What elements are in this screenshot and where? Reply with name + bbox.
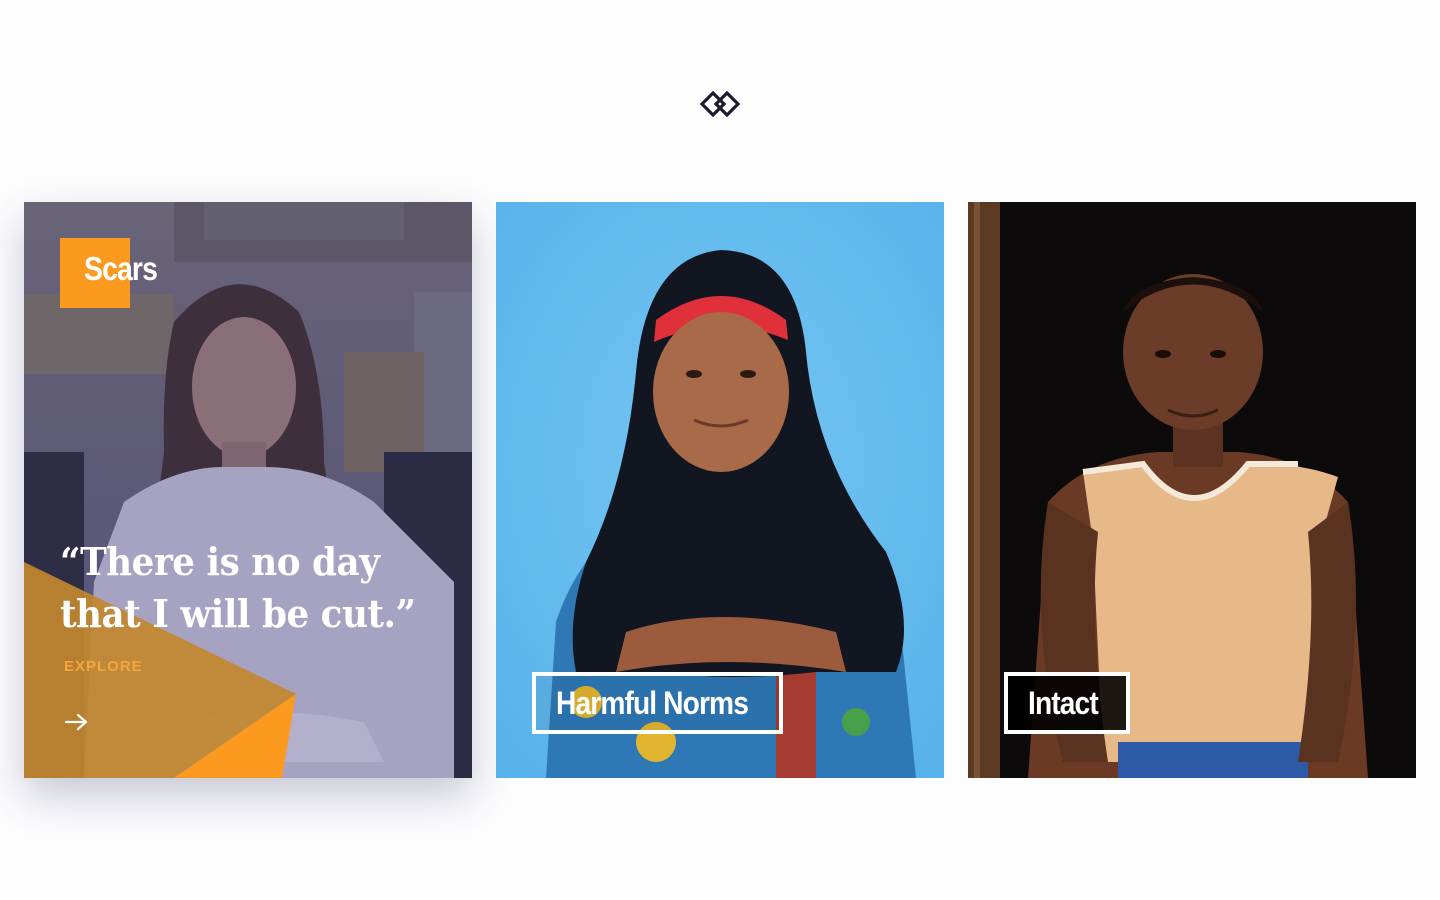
arrow-right-icon[interactable] <box>64 712 90 732</box>
card-quote: “There is no day that I will be cut.” <box>60 539 416 636</box>
story-card-intact[interactable]: Intact <box>968 202 1416 778</box>
story-card-harmful-norms[interactable]: Harmful Norms <box>496 202 944 778</box>
explore-link[interactable]: EXPLORE <box>64 658 143 675</box>
logo-icon[interactable] <box>700 88 740 122</box>
card-title-intact: Intact <box>1004 672 1130 734</box>
story-card-scars[interactable]: Scars “There is no day that I will be cu… <box>24 202 472 778</box>
card-title-harmful-norms: Harmful Norms <box>532 672 783 734</box>
card-tag-label: Scars <box>84 250 158 287</box>
